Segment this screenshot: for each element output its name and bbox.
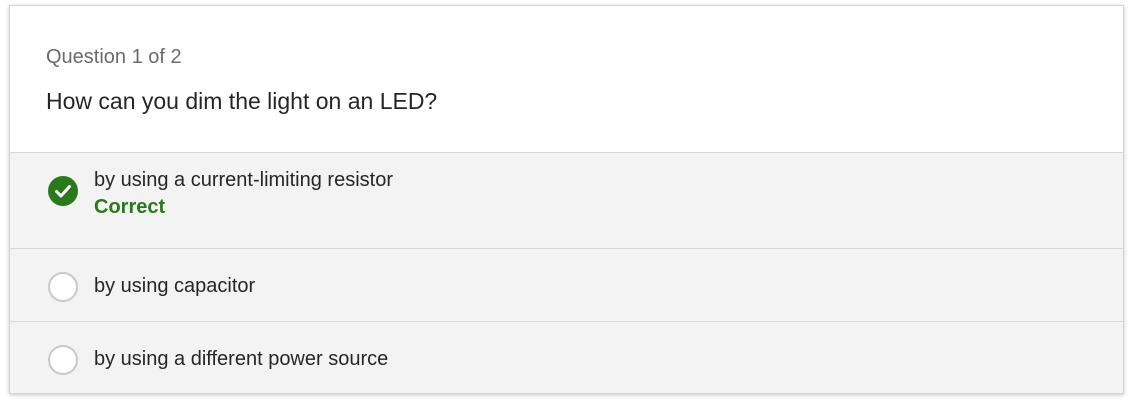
answer-option-label: by using capacitor bbox=[94, 275, 256, 297]
check-circle-icon[interactable] bbox=[48, 176, 78, 206]
answer-option-1[interactable]: by using a current-limiting resistor Cor… bbox=[10, 153, 1123, 249]
answer-option-2[interactable]: by using capacitor bbox=[10, 249, 1123, 322]
radio-circle-icon[interactable] bbox=[48, 272, 78, 302]
quiz-card: Question 1 of 2 How can you dim the ligh… bbox=[9, 5, 1124, 394]
question-header: Question 1 of 2 How can you dim the ligh… bbox=[10, 6, 1123, 153]
answer-option-label: by using a current-limiting resistor bbox=[94, 169, 393, 191]
answer-option-3[interactable]: by using a different power source bbox=[10, 322, 1123, 393]
question-counter: Question 1 of 2 bbox=[46, 46, 182, 68]
answer-option-label: by using a different power source bbox=[94, 348, 389, 370]
correct-feedback: Correct bbox=[94, 196, 166, 218]
question-text: How can you dim the light on an LED? bbox=[46, 88, 438, 114]
radio-circle-icon[interactable] bbox=[48, 345, 78, 375]
